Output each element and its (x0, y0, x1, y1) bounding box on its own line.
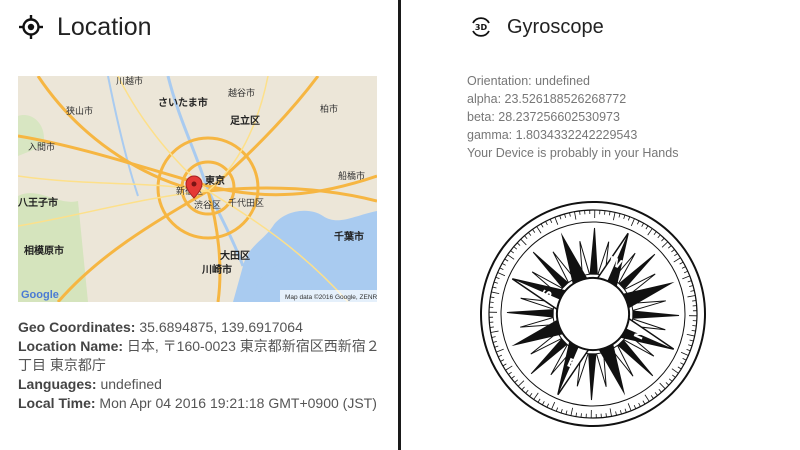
map-label: 船橋市 (338, 170, 365, 182)
map-label: 相模原市 (24, 244, 64, 257)
map-label: 八王子市 (18, 196, 58, 209)
geo-coordinates-row: Geo Coordinates: 35.6894875, 139.6917064 (18, 319, 303, 335)
device-status-line: Your Device is probably in your Hands (467, 146, 679, 160)
geo-info: Geo Coordinates: 35.6894875, 139.6917064… (18, 318, 388, 413)
location-panel: Location 川越市 さいたま市 越谷市 足立区 東京 千代田区 渋谷区 八… (0, 0, 398, 450)
location-name-row: Location Name: 日本, 〒160-0023 東京都新宿区西新宿２丁… (18, 338, 380, 373)
gyroscope-header: 3D Gyroscope (468, 10, 604, 44)
panel-divider (398, 0, 401, 450)
map-label: さいたま市 (158, 96, 208, 109)
map-attribution[interactable]: Map data ©2016 Google, ZENRIN (285, 293, 377, 301)
svg-text:3D: 3D (475, 23, 488, 32)
map-label: 大田区 (220, 249, 250, 262)
local-time-row: Local Time: Mon Apr 04 2016 19:21:18 GMT… (18, 395, 377, 411)
map-label: 川越市 (116, 76, 143, 87)
beta-line: beta: 28.237256602530973 (467, 110, 620, 124)
map-label: 越谷市 (228, 87, 255, 99)
map-label: 東京 (205, 174, 225, 187)
map-label: 柏市 (320, 103, 338, 115)
map-view[interactable]: 川越市 さいたま市 越谷市 足立区 東京 新宿区 千代田区 渋谷区 八王子市 相… (18, 76, 377, 302)
orientation-line: Orientation: undefined (467, 74, 591, 88)
compass-rose: W S E N (480, 201, 706, 427)
map-label: 川崎市 (201, 263, 232, 276)
gyroscope-title: Gyroscope (507, 15, 604, 38)
map-label: 狭山市 (66, 105, 93, 117)
map-label: 千代田区 (228, 198, 264, 209)
map-label: 渋谷区 (194, 199, 221, 211)
location-title: Location (57, 12, 152, 41)
gamma-line: gamma: 1.8034332242229543 (467, 128, 638, 142)
location-header: Location (18, 10, 152, 44)
map-label: 足立区 (230, 114, 260, 127)
map-label: 千葉市 (334, 230, 364, 243)
3d-rotation-icon: 3D (468, 14, 494, 40)
map-label: 入間市 (28, 141, 55, 153)
google-logo: Google (21, 289, 59, 301)
languages-row: Languages: undefined (18, 376, 162, 392)
alpha-line: alpha: 23.526188526268772 (467, 92, 627, 106)
crosshair-icon (18, 14, 44, 40)
gyroscope-readout: Orientation: undefined alpha: 23.5261885… (467, 72, 678, 162)
